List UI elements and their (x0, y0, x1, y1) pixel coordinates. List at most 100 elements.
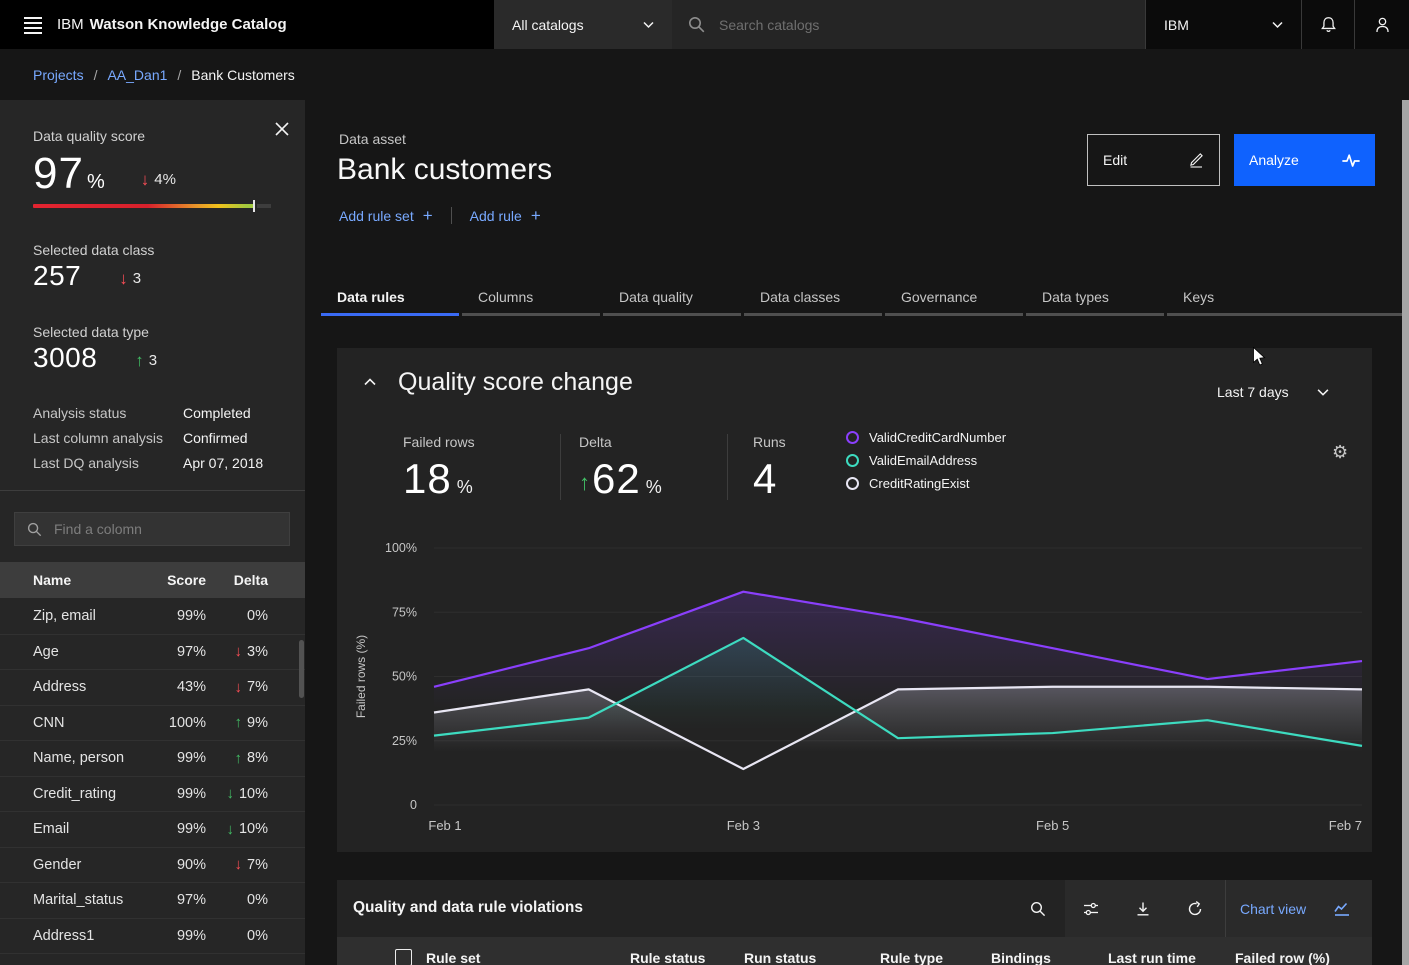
column-name: Address (33, 679, 146, 695)
tab-data-types[interactable]: Data types (1026, 281, 1164, 316)
arrow-up-icon: ↑ (135, 352, 144, 369)
arrow-up-icon: ↑ (235, 751, 243, 766)
table-row[interactable]: Age97%↓3% (0, 634, 305, 670)
data-class-value-row: 257 ↓ 3 (33, 262, 141, 290)
filter-adjust-icon[interactable] (1083, 901, 1099, 917)
table-row[interactable]: Zip, email99%0% (0, 598, 305, 634)
column-name: Address1 (33, 928, 146, 944)
notifications-button[interactable] (1301, 0, 1354, 49)
search-icon[interactable] (1030, 901, 1046, 917)
column-table-body: Zip, email99%0%Age97%↓3%Address43%↓7%CNN… (0, 598, 305, 965)
column-score: 99% (146, 928, 206, 944)
column-score: 99% (146, 750, 206, 766)
arrow-down-icon: ↓ (119, 270, 128, 287)
activity-icon (1342, 152, 1360, 169)
add-rule-link[interactable]: Add rule + (470, 207, 541, 224)
column-delta: 0% (206, 892, 268, 908)
analyze-button[interactable]: Analyze (1234, 134, 1375, 186)
delta-value: 8% (247, 750, 268, 766)
page-scrollbar[interactable] (1402, 100, 1409, 965)
download-icon[interactable] (1135, 901, 1151, 917)
add-rule-set-link[interactable]: Add rule set + (339, 207, 433, 224)
catalog-selector[interactable]: All catalogs (494, 0, 672, 49)
svg-text:75%: 75% (392, 605, 417, 619)
table-row[interactable]: Address199% 0% (0, 918, 305, 954)
column-delta: ↓7% (206, 857, 268, 873)
svg-text:Feb 1: Feb 1 (428, 818, 461, 833)
tab-label: Data rules (337, 289, 405, 305)
account-selector[interactable]: IBM (1145, 0, 1301, 49)
card-title: Quality score change (398, 368, 633, 397)
breadcrumb-project-name[interactable]: AA_Dan1 (107, 67, 167, 83)
legend-item[interactable]: ValidCreditCardNumber (846, 430, 1006, 445)
column-name: CNN (33, 715, 146, 731)
column-delta: ↓7% (206, 679, 268, 695)
tab-data-classes[interactable]: Data classes (744, 281, 882, 316)
table-row[interactable]: Gender90%↓7% (0, 847, 305, 883)
header-search (672, 0, 1145, 49)
table-row-partial[interactable] (0, 953, 305, 965)
tab-governance[interactable]: Governance (885, 281, 1023, 316)
quality-score-delta: ↓ 4% (141, 171, 176, 188)
table-row[interactable]: Email99%↓10% (0, 811, 305, 847)
delta-value: 10% (239, 821, 268, 837)
column-score: 99% (146, 608, 206, 624)
svg-text:100%: 100% (385, 541, 417, 555)
arrow-down-icon: ↓ (235, 644, 243, 659)
breadcrumb-separator: / (94, 67, 98, 83)
quality-score-unit: % (87, 171, 105, 194)
chart-view-toggle[interactable]: Chart view (1240, 880, 1350, 937)
time-range-selector[interactable]: Last 7 days (1217, 384, 1329, 400)
close-icon[interactable] (270, 117, 294, 141)
chart-view-icon (1334, 901, 1350, 917)
quality-score-value: 97 (33, 152, 84, 196)
refresh-icon[interactable] (1187, 901, 1203, 917)
column-header-name: Name (33, 572, 146, 588)
table-row[interactable]: Address43%↓7% (0, 669, 305, 705)
user-profile-button[interactable] (1354, 0, 1409, 49)
delta-value: 0% (247, 928, 268, 944)
search-catalogs-input[interactable] (717, 16, 1081, 34)
table-row[interactable]: Name, person99%↑8% (0, 740, 305, 776)
status-row: Last column analysisConfirmed (33, 425, 283, 450)
table-row[interactable]: CNN100%↑9% (0, 705, 305, 741)
asset-tabs: Data rules ColumnsData qualityData classe… (321, 281, 1409, 316)
table-row[interactable]: Marital_status97%0% (0, 882, 305, 918)
tab-keys[interactable]: Keys (1167, 281, 1409, 316)
column-header-score: Score (146, 572, 206, 588)
column-delta: ↓3% (206, 644, 268, 660)
legend-item[interactable]: CreditRatingExist (846, 476, 1006, 491)
svg-text:25%: 25% (392, 734, 417, 748)
asset-type-label: Data asset (339, 131, 406, 147)
legend-ring (846, 431, 859, 444)
select-all-checkbox[interactable] (395, 949, 412, 965)
bell-icon (1320, 16, 1337, 33)
column-score: 90% (146, 857, 206, 873)
tab-columns[interactable]: Columns (462, 281, 600, 316)
data-class-label: Selected data class (33, 242, 154, 258)
legend-item[interactable]: ValidEmailAddress (846, 453, 1006, 468)
gear-icon[interactable]: ⚙ (1332, 444, 1348, 462)
chevron-down-icon (643, 20, 654, 29)
collapse-chevron-icon[interactable] (363, 376, 381, 390)
quality-score-value-row: 97 % ↓ 4% (33, 152, 176, 196)
tab-data-rules[interactable]: Data rules (321, 281, 459, 316)
tab-data-quality[interactable]: Data quality (603, 281, 741, 316)
data-type-delta: ↑ 3 (135, 352, 157, 369)
breadcrumb-projects[interactable]: Projects (33, 67, 84, 83)
violations-column-header: Bindings (991, 950, 1051, 965)
tab-label: Keys (1183, 289, 1214, 305)
chevron-down-icon (1317, 387, 1329, 397)
table-row[interactable]: Credit_rating99%↓10% (0, 776, 305, 812)
arrow-down-icon: ↓ (226, 822, 234, 837)
edit-button[interactable]: Edit (1087, 134, 1220, 186)
find-column-input[interactable] (52, 520, 266, 538)
column-score: 99% (146, 786, 206, 802)
hamburger-menu-icon[interactable] (16, 8, 50, 42)
svg-text:0: 0 (410, 798, 417, 812)
column-score: 99% (146, 821, 206, 837)
sidebar-scrollbar-thumb[interactable] (299, 640, 304, 698)
violations-column-header: Rule set (426, 950, 480, 965)
data-type-label: Selected data type (33, 324, 149, 340)
violations-column-header: Run status (744, 950, 816, 965)
